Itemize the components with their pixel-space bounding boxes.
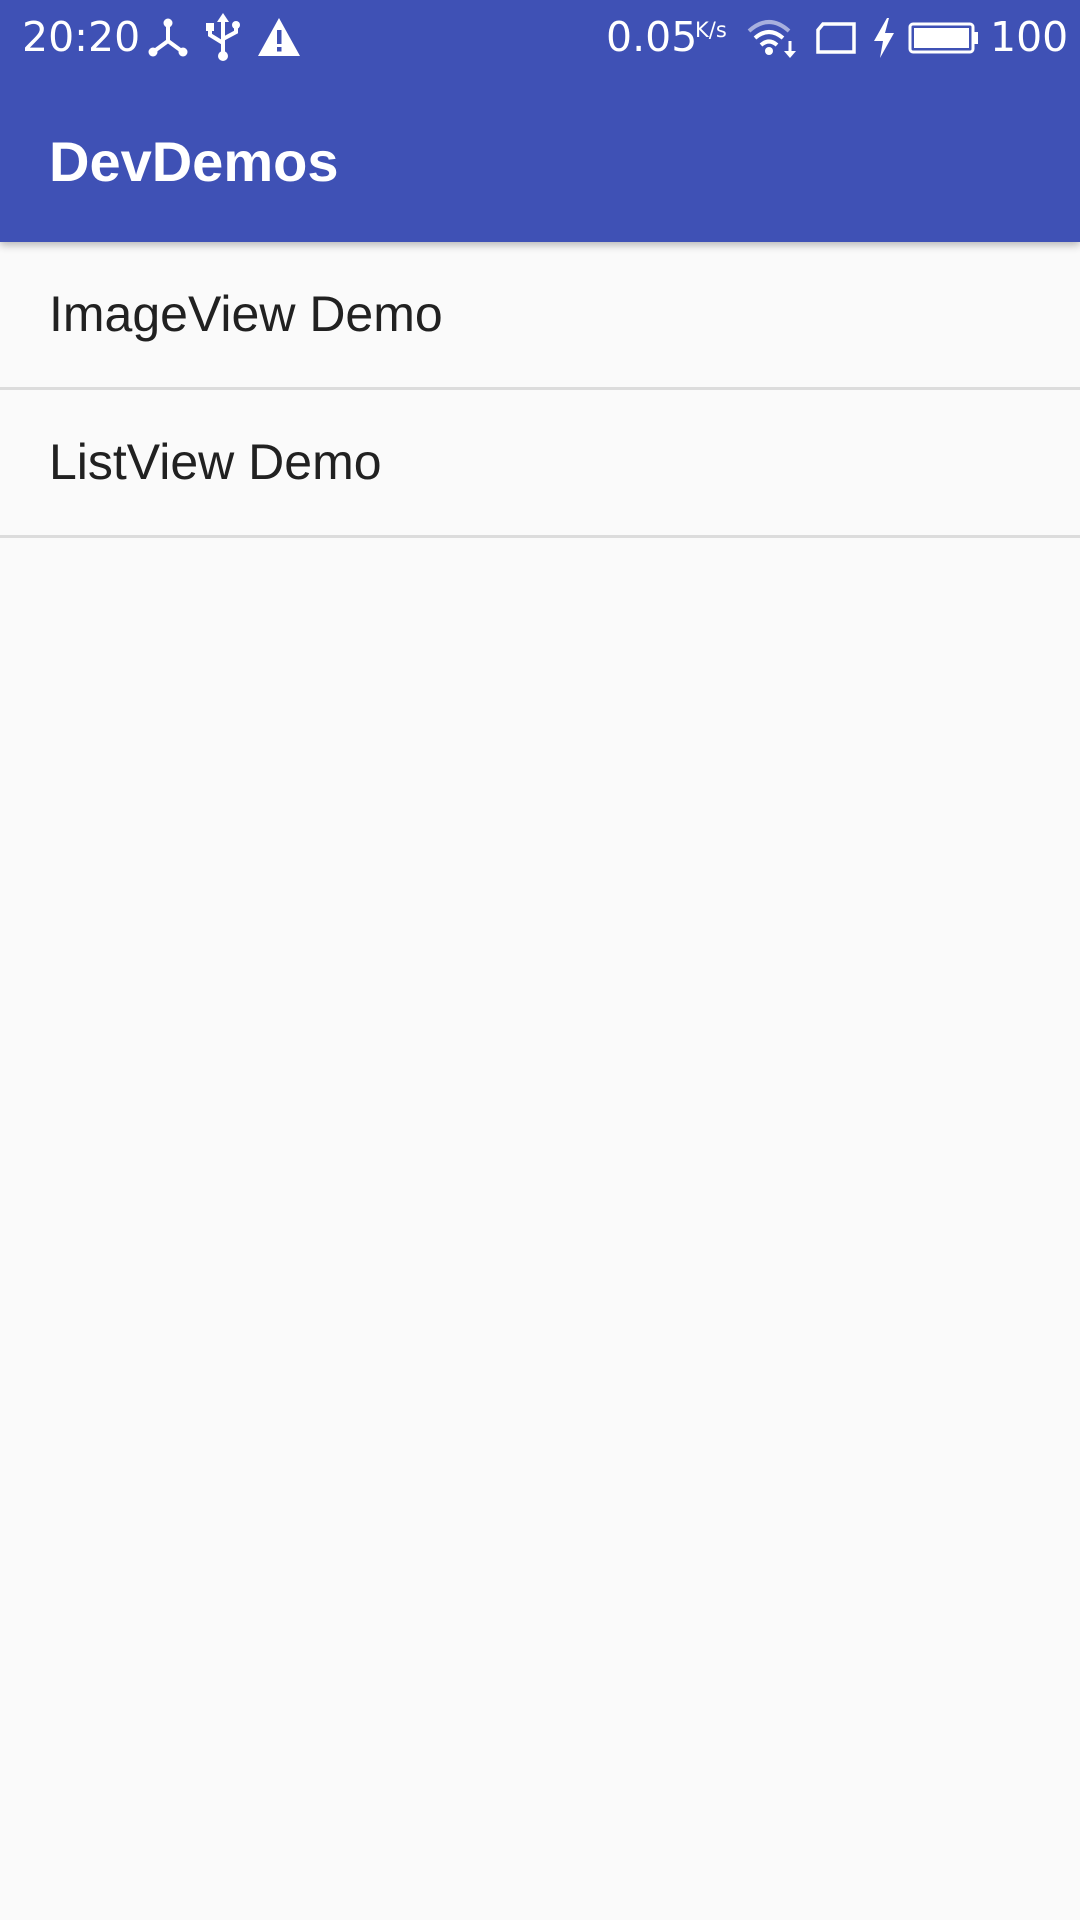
network-speed-unit: K/s	[695, 18, 727, 42]
network-speed-value: 0.05	[606, 13, 698, 61]
warning-icon	[258, 18, 300, 56]
app-bar: 20:20 0.05 K/s 100 DevDemos	[0, 0, 1080, 242]
battery-icon	[908, 22, 978, 54]
sim-card-icon	[816, 22, 856, 54]
list-item-label: ListView Demo	[49, 434, 382, 490]
charging-bolt-icon	[874, 18, 894, 58]
demo-list: ImageView Demo ListView Demo	[0, 242, 1080, 538]
list-item-imageview-demo[interactable]: ImageView Demo	[0, 242, 1080, 390]
wifi-icon	[747, 20, 796, 58]
list-item-listview-demo[interactable]: ListView Demo	[0, 390, 1080, 538]
list-item-label: ImageView Demo	[49, 286, 443, 342]
usb-icon	[206, 13, 240, 61]
network-share-icon	[148, 18, 188, 57]
app-title: DevDemos	[49, 130, 339, 193]
battery-level-text: 100	[990, 13, 1069, 61]
status-bar: 20:20 0.05 K/s 100	[0, 0, 1080, 74]
status-time: 20:20	[22, 13, 141, 61]
